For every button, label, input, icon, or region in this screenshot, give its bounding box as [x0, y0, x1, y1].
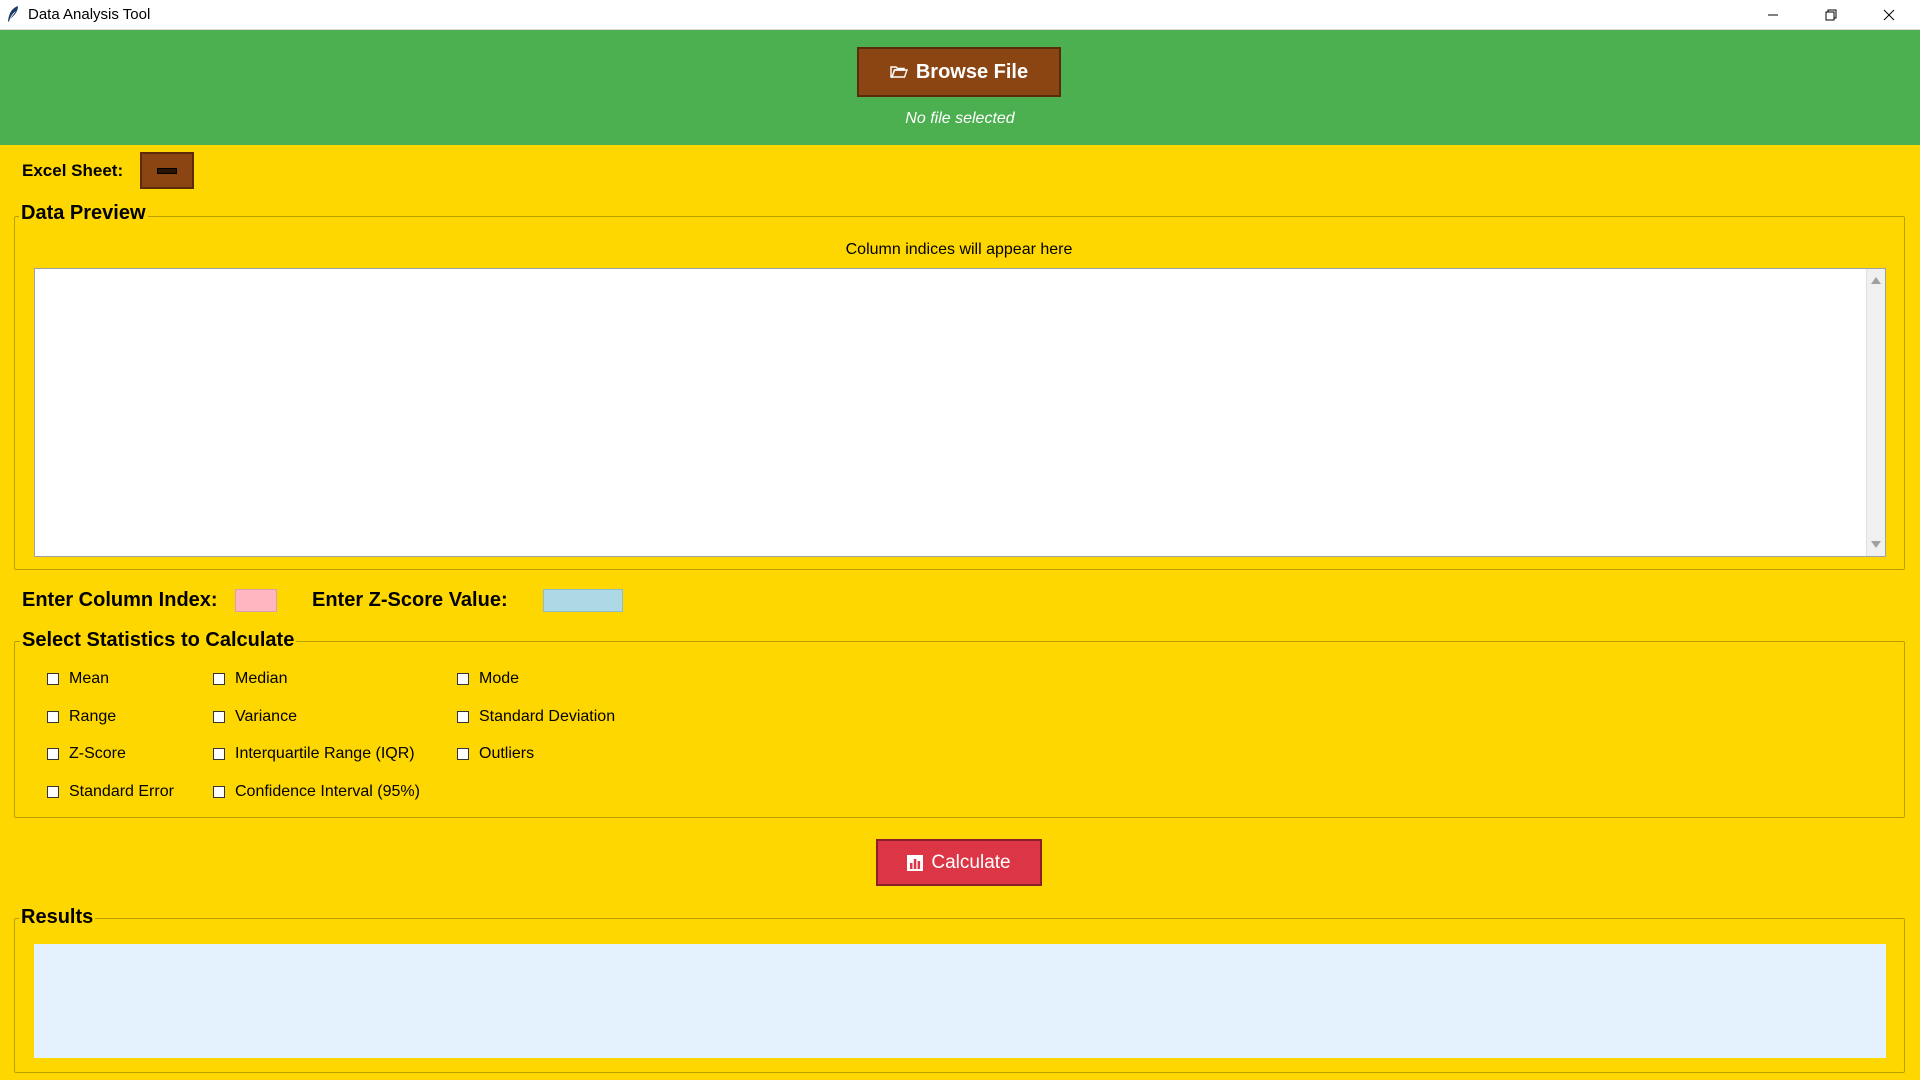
checkbox-iqr[interactable]: Interquartile Range (IQR): [213, 745, 415, 763]
checkbox-box[interactable]: [213, 786, 225, 798]
column-indices-text: Column indices will appear here: [845, 241, 1073, 258]
excel-sheet-label: Excel Sheet:: [22, 161, 124, 180]
checkbox-standard-error[interactable]: Standard Error: [47, 783, 174, 801]
checkbox-outliers[interactable]: Outliers: [457, 745, 534, 763]
column-index-label: Enter Column Index:: [22, 589, 218, 611]
results-output[interactable]: [34, 944, 1886, 1058]
file-header: Browse File No file selected: [0, 30, 1920, 145]
checkbox-box[interactable]: [213, 711, 225, 723]
feather-icon: [8, 6, 18, 22]
statistics-legend: Select Statistics to Calculate: [20, 629, 297, 652]
minimize-icon: [1768, 14, 1778, 15]
checkbox-box[interactable]: [213, 673, 225, 685]
checkbox-box[interactable]: [47, 786, 59, 798]
checkbox-variance[interactable]: Variance: [213, 708, 297, 726]
scroll-up-icon[interactable]: [1871, 277, 1881, 284]
checkbox-mode[interactable]: Mode: [457, 670, 519, 688]
checkbox-range[interactable]: Range: [47, 708, 116, 726]
checkbox-label: Range: [69, 708, 117, 725]
checkbox-label: Z-Score: [69, 745, 126, 762]
checkbox-box[interactable]: [457, 673, 469, 685]
file-status-text: No file selected: [905, 110, 1015, 127]
close-icon: [1883, 9, 1895, 20]
window-title: Data Analysis Tool: [28, 6, 151, 23]
column-index-input[interactable]: [235, 589, 277, 612]
checkbox-label: Standard Deviation: [479, 708, 616, 725]
browse-file-label: Browse File: [915, 60, 1029, 83]
menu-indicator-icon: [157, 167, 177, 174]
checkbox-label: Mean: [69, 670, 110, 687]
excel-sheet-menu-button[interactable]: [140, 152, 194, 189]
minimize-button[interactable]: [1744, 0, 1802, 29]
checkbox-mean[interactable]: Mean: [47, 670, 109, 688]
restore-icon: [1825, 9, 1837, 20]
scroll-down-icon[interactable]: [1871, 541, 1881, 548]
checkbox-box[interactable]: [47, 673, 59, 685]
checkbox-box[interactable]: [47, 711, 59, 723]
checkbox-standard-deviation[interactable]: Standard Deviation: [457, 708, 615, 726]
checkbox-label: Variance: [235, 708, 297, 725]
checkbox-z-score[interactable]: Z-Score: [47, 745, 126, 763]
zscore-label: Enter Z-Score Value:: [312, 589, 508, 611]
checkbox-label: Outliers: [479, 745, 535, 762]
checkbox-label: Mode: [479, 670, 520, 687]
title-bar: Data Analysis Tool: [0, 0, 1920, 30]
checkbox-median[interactable]: Median: [213, 670, 287, 688]
checkbox-box[interactable]: [47, 748, 59, 760]
checkbox-label: Median: [235, 670, 288, 687]
bar-chart-icon: [907, 854, 924, 871]
folder-open-icon: [890, 66, 908, 78]
calculate-label: Calculate: [931, 851, 1011, 873]
checkbox-box[interactable]: [457, 748, 469, 760]
results-legend: Results: [19, 906, 96, 929]
data-preview-textarea[interactable]: [34, 268, 1886, 557]
calculate-button[interactable]: Calculate: [876, 839, 1042, 886]
browse-file-button[interactable]: Browse File: [857, 47, 1061, 97]
checkbox-confidence-interval[interactable]: Confidence Interval (95%): [213, 783, 420, 801]
close-button[interactable]: [1860, 0, 1918, 29]
zscore-input[interactable]: [543, 589, 623, 612]
checkbox-label: Confidence Interval (95%): [235, 783, 420, 800]
data-preview-legend: Data Preview: [19, 202, 148, 225]
checkbox-label: Interquartile Range (IQR): [235, 745, 415, 762]
checkbox-label: Standard Error: [69, 783, 174, 800]
checkbox-box[interactable]: [213, 748, 225, 760]
restore-button[interactable]: [1802, 0, 1860, 29]
checkbox-box[interactable]: [457, 711, 469, 723]
preview-scrollbar[interactable]: [1866, 269, 1885, 556]
